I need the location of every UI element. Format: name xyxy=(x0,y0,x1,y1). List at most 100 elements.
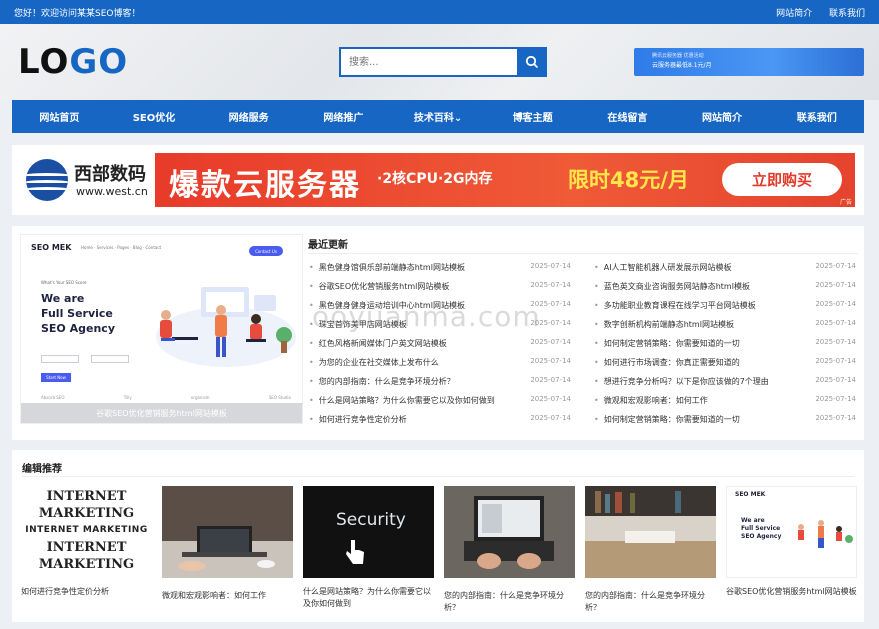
partner-logo-4: SEO Studio xyxy=(269,395,291,400)
list-item-title[interactable]: 如何制定营销策略：你需要知道的一切 xyxy=(594,414,740,433)
list-item[interactable]: 您的内部指南：什么是竞争环境分析？ 2025-07-14 xyxy=(309,376,571,395)
pick-caption[interactable]: 您的内部指南：什么是竞争环境分析？ xyxy=(444,590,575,614)
list-item[interactable]: 珠宝首饰美甲店网站模板2025-07-14 xyxy=(309,319,571,338)
list-item-date: 2025-07-14 xyxy=(530,262,571,281)
slide-hero-text: We are Full Service SEO Agency xyxy=(41,291,115,336)
pointer-hand-icon xyxy=(343,538,367,566)
list-item-date: 2025-07-14 xyxy=(530,376,571,395)
list-item[interactable]: AI人工智能机器人研发展示网站模板2025-07-14 xyxy=(594,262,856,281)
nav-item-contact[interactable]: 联系我们 xyxy=(769,100,864,133)
pick-card[interactable]: 您的内部指南：什么是竞争环境分析？ xyxy=(585,486,716,614)
nav-item-home[interactable]: 网站首页 xyxy=(12,100,107,133)
main-content: SEO MEK Home · Services · Pages · Blog ·… xyxy=(12,226,864,440)
nav-item-seo[interactable]: SEO优化 xyxy=(107,100,202,133)
list-item[interactable]: 多功能职业教育课程在线学习平台网站模板2025-07-14 xyxy=(594,300,856,319)
pick-thumbnail[interactable] xyxy=(162,486,293,578)
list-item-title[interactable]: 您的内部指南：什么是竞争环境分析？ xyxy=(309,376,455,395)
list-item-title[interactable]: 为您的企业在社交媒体上发布什么 xyxy=(309,357,439,376)
pick-thumbnail[interactable] xyxy=(444,486,575,578)
west-brand-en: www.west.cn xyxy=(76,185,148,198)
latest-list-right: AI人工智能机器人研发展示网站模板2025-07-14 蓝色英文商业咨询服务网站… xyxy=(594,262,856,433)
hero-line-1: We are xyxy=(41,291,115,306)
list-item-title[interactable]: 珠宝首饰美甲店网站模板 xyxy=(309,319,407,338)
list-item[interactable]: 如何进行市场调查：你真正需要知道的 2025-07-14 xyxy=(594,357,856,376)
list-item[interactable]: 如何制定营销策略：你需要知道的一切2025-07-14 xyxy=(594,338,856,357)
search-button[interactable] xyxy=(517,47,547,77)
list-item-title[interactable]: AI人工智能机器人研发展示网站模板 xyxy=(594,262,732,281)
list-item-date: 2025-07-14 xyxy=(815,376,856,395)
top-link-contact[interactable]: 联系我们 xyxy=(829,9,865,19)
list-item[interactable]: 红色风格新闻媒体门户英文网站模板2025-07-14 xyxy=(309,338,571,357)
pick-card[interactable]: SEO MEK We are Full Service SEO Agency 谷… xyxy=(726,486,857,598)
partner-logos: Absorb SEO Tilly organism SEO Studio xyxy=(41,395,291,400)
list-item-title[interactable]: 谷歌SEO优化营销服务html网站模板 xyxy=(309,281,449,300)
featured-slide[interactable]: SEO MEK Home · Services · Pages · Blog ·… xyxy=(20,234,303,424)
pick-card[interactable]: 微观和宏观影响者：如何工作 xyxy=(162,486,293,602)
list-item[interactable]: 蓝色英文商业咨询服务网站静态html模板2025-07-14 xyxy=(594,281,856,300)
thumb-hero-line: Full Service xyxy=(741,525,781,533)
list-item-title[interactable]: 想进行竞争分析吗？以下是你应该做的7个理由 xyxy=(594,376,769,395)
pick-caption[interactable]: 如何进行竞争性定价分析 xyxy=(21,586,152,598)
list-item[interactable]: 黑色健身馆俱乐部前端静态html网站模板 2025-07-14 xyxy=(309,262,571,281)
list-item-title[interactable]: 如何进行竞争性定价分析 xyxy=(309,414,407,433)
hero-line-3: SEO Agency xyxy=(41,321,115,336)
list-item-title[interactable]: 多功能职业教育课程在线学习平台网站模板 xyxy=(594,300,756,319)
nav-item-blog-themes[interactable]: 博客主题 xyxy=(485,100,580,133)
thumb-text-line: INTERNET xyxy=(21,488,152,505)
list-item-title[interactable]: 如何进行市场调查：你真正需要知道的 xyxy=(594,357,740,376)
pick-thumbnail[interactable]: INTERNET MARKETING INTERNET MARKETING IN… xyxy=(21,486,152,578)
header-ad-banner[interactable]: 腾讯云服务器 优惠活动 云服务器最低8.1元/月 xyxy=(634,48,864,76)
nav-item-promotion[interactable]: 网络推广 xyxy=(296,100,391,133)
latest-updates-title: 最近更新 xyxy=(308,236,348,251)
list-item-date: 2025-07-14 xyxy=(815,357,856,376)
thumb-text-line: MARKETING xyxy=(21,505,152,522)
thumb-hero-line: SEO Agency xyxy=(741,533,781,541)
pick-card[interactable]: INTERNET MARKETING INTERNET MARKETING IN… xyxy=(21,486,152,598)
list-item-title[interactable]: 如何制定营销策略：你需要知道的一切 xyxy=(594,338,740,357)
nav-item-message[interactable]: 在线留言 xyxy=(580,100,675,133)
list-item[interactable]: 数字创新机构前端静态html网站模板2025-07-14 xyxy=(594,319,856,338)
pick-thumbnail[interactable] xyxy=(585,486,716,578)
west-brand: 西部数码 www.west.cn xyxy=(26,157,166,203)
west-logo-icon xyxy=(26,159,68,201)
list-item-title[interactable]: 黑色健身健身运动培训中心html网站模板 xyxy=(309,300,465,319)
editor-picks: 编辑推荐 INTERNET MARKETING INTERNET MARKETI… xyxy=(12,450,864,622)
west-brand-cn: 西部数码 xyxy=(74,160,146,186)
buy-now-button[interactable]: 立即购买 xyxy=(722,163,842,196)
team-illustration xyxy=(146,277,296,369)
list-item[interactable]: 微观和宏观影响者：如何工作2025-07-14 xyxy=(594,395,856,414)
pick-thumbnail[interactable]: SEO MEK We are Full Service SEO Agency xyxy=(726,486,857,578)
list-item-title[interactable]: 什么是网站策略？为什么你需要它以及你如何做到 xyxy=(309,395,495,414)
list-item[interactable]: 什么是网站策略？为什么你需要它以及你如何做到2025-07-14 xyxy=(309,395,571,414)
nav-item-services[interactable]: 网络服务 xyxy=(201,100,296,133)
nav-item-tech-wiki[interactable]: 技术百科⌄ xyxy=(391,100,486,133)
list-item[interactable]: 谷歌SEO优化营销服务html网站模板2025-07-14 xyxy=(309,281,571,300)
top-link-about[interactable]: 网站简介 xyxy=(776,9,812,19)
pick-caption[interactable]: 您的内部指南：什么是竞争环境分析？ xyxy=(585,590,716,614)
list-item[interactable]: 如何制定营销策略：你需要知道的一切2025-07-14 xyxy=(594,414,856,433)
list-item-title[interactable]: 数字创新机构前端静态html网站模板 xyxy=(594,319,734,338)
pick-thumbnail[interactable]: Security xyxy=(303,486,434,578)
thumb-text-line: INTERNET MARKETING xyxy=(21,522,152,539)
list-item-title[interactable]: 黑色健身馆俱乐部前端静态html网站模板 xyxy=(309,262,465,281)
list-item[interactable]: 为您的企业在社交媒体上发布什么2025-07-14 xyxy=(309,357,571,376)
pick-caption[interactable]: 什么是网站策略？为什么你需要它以及你如何做到 xyxy=(303,586,434,610)
list-item[interactable]: 黑色健身健身运动培训中心html网站模板2025-07-14 xyxy=(309,300,571,319)
pick-card[interactable]: Security 什么是网站策略？为什么你需要它以及你如何做到 xyxy=(303,486,434,610)
pick-caption[interactable]: 微观和宏观影响者：如何工作 xyxy=(162,590,293,602)
list-item[interactable]: 想进行竞争分析吗？以下是你应该做的7个理由 2025-07-14 xyxy=(594,376,856,395)
promo-banner[interactable]: 西部数码 www.west.cn 爆款云服务器 ·2核CPU·2G内存 限时48… xyxy=(12,145,864,215)
nav-item-about[interactable]: 网站简介 xyxy=(675,100,770,133)
slide-caption[interactable]: 谷歌SEO优化营销服务html网站模板 xyxy=(21,403,302,423)
pick-card[interactable]: 您的内部指南：什么是竞争环境分析？ xyxy=(444,486,575,614)
editor-picks-divider xyxy=(22,476,854,477)
editor-picks-title: 编辑推荐 xyxy=(22,460,62,475)
pick-caption[interactable]: 谷歌SEO优化营销服务html网站模板 xyxy=(726,586,857,598)
list-item[interactable]: 如何进行竞争性定价分析2025-07-14 xyxy=(309,414,571,433)
search-input[interactable] xyxy=(339,47,517,77)
list-item-title[interactable]: 蓝色英文商业咨询服务网站静态html模板 xyxy=(594,281,750,300)
list-item-title[interactable]: 红色风格新闻媒体门户英文网站模板 xyxy=(309,338,447,357)
slide-form-field-1 xyxy=(41,355,79,363)
site-logo[interactable]: LOGO xyxy=(18,44,128,80)
list-item-title[interactable]: 微观和宏观影响者：如何工作 xyxy=(594,395,708,414)
